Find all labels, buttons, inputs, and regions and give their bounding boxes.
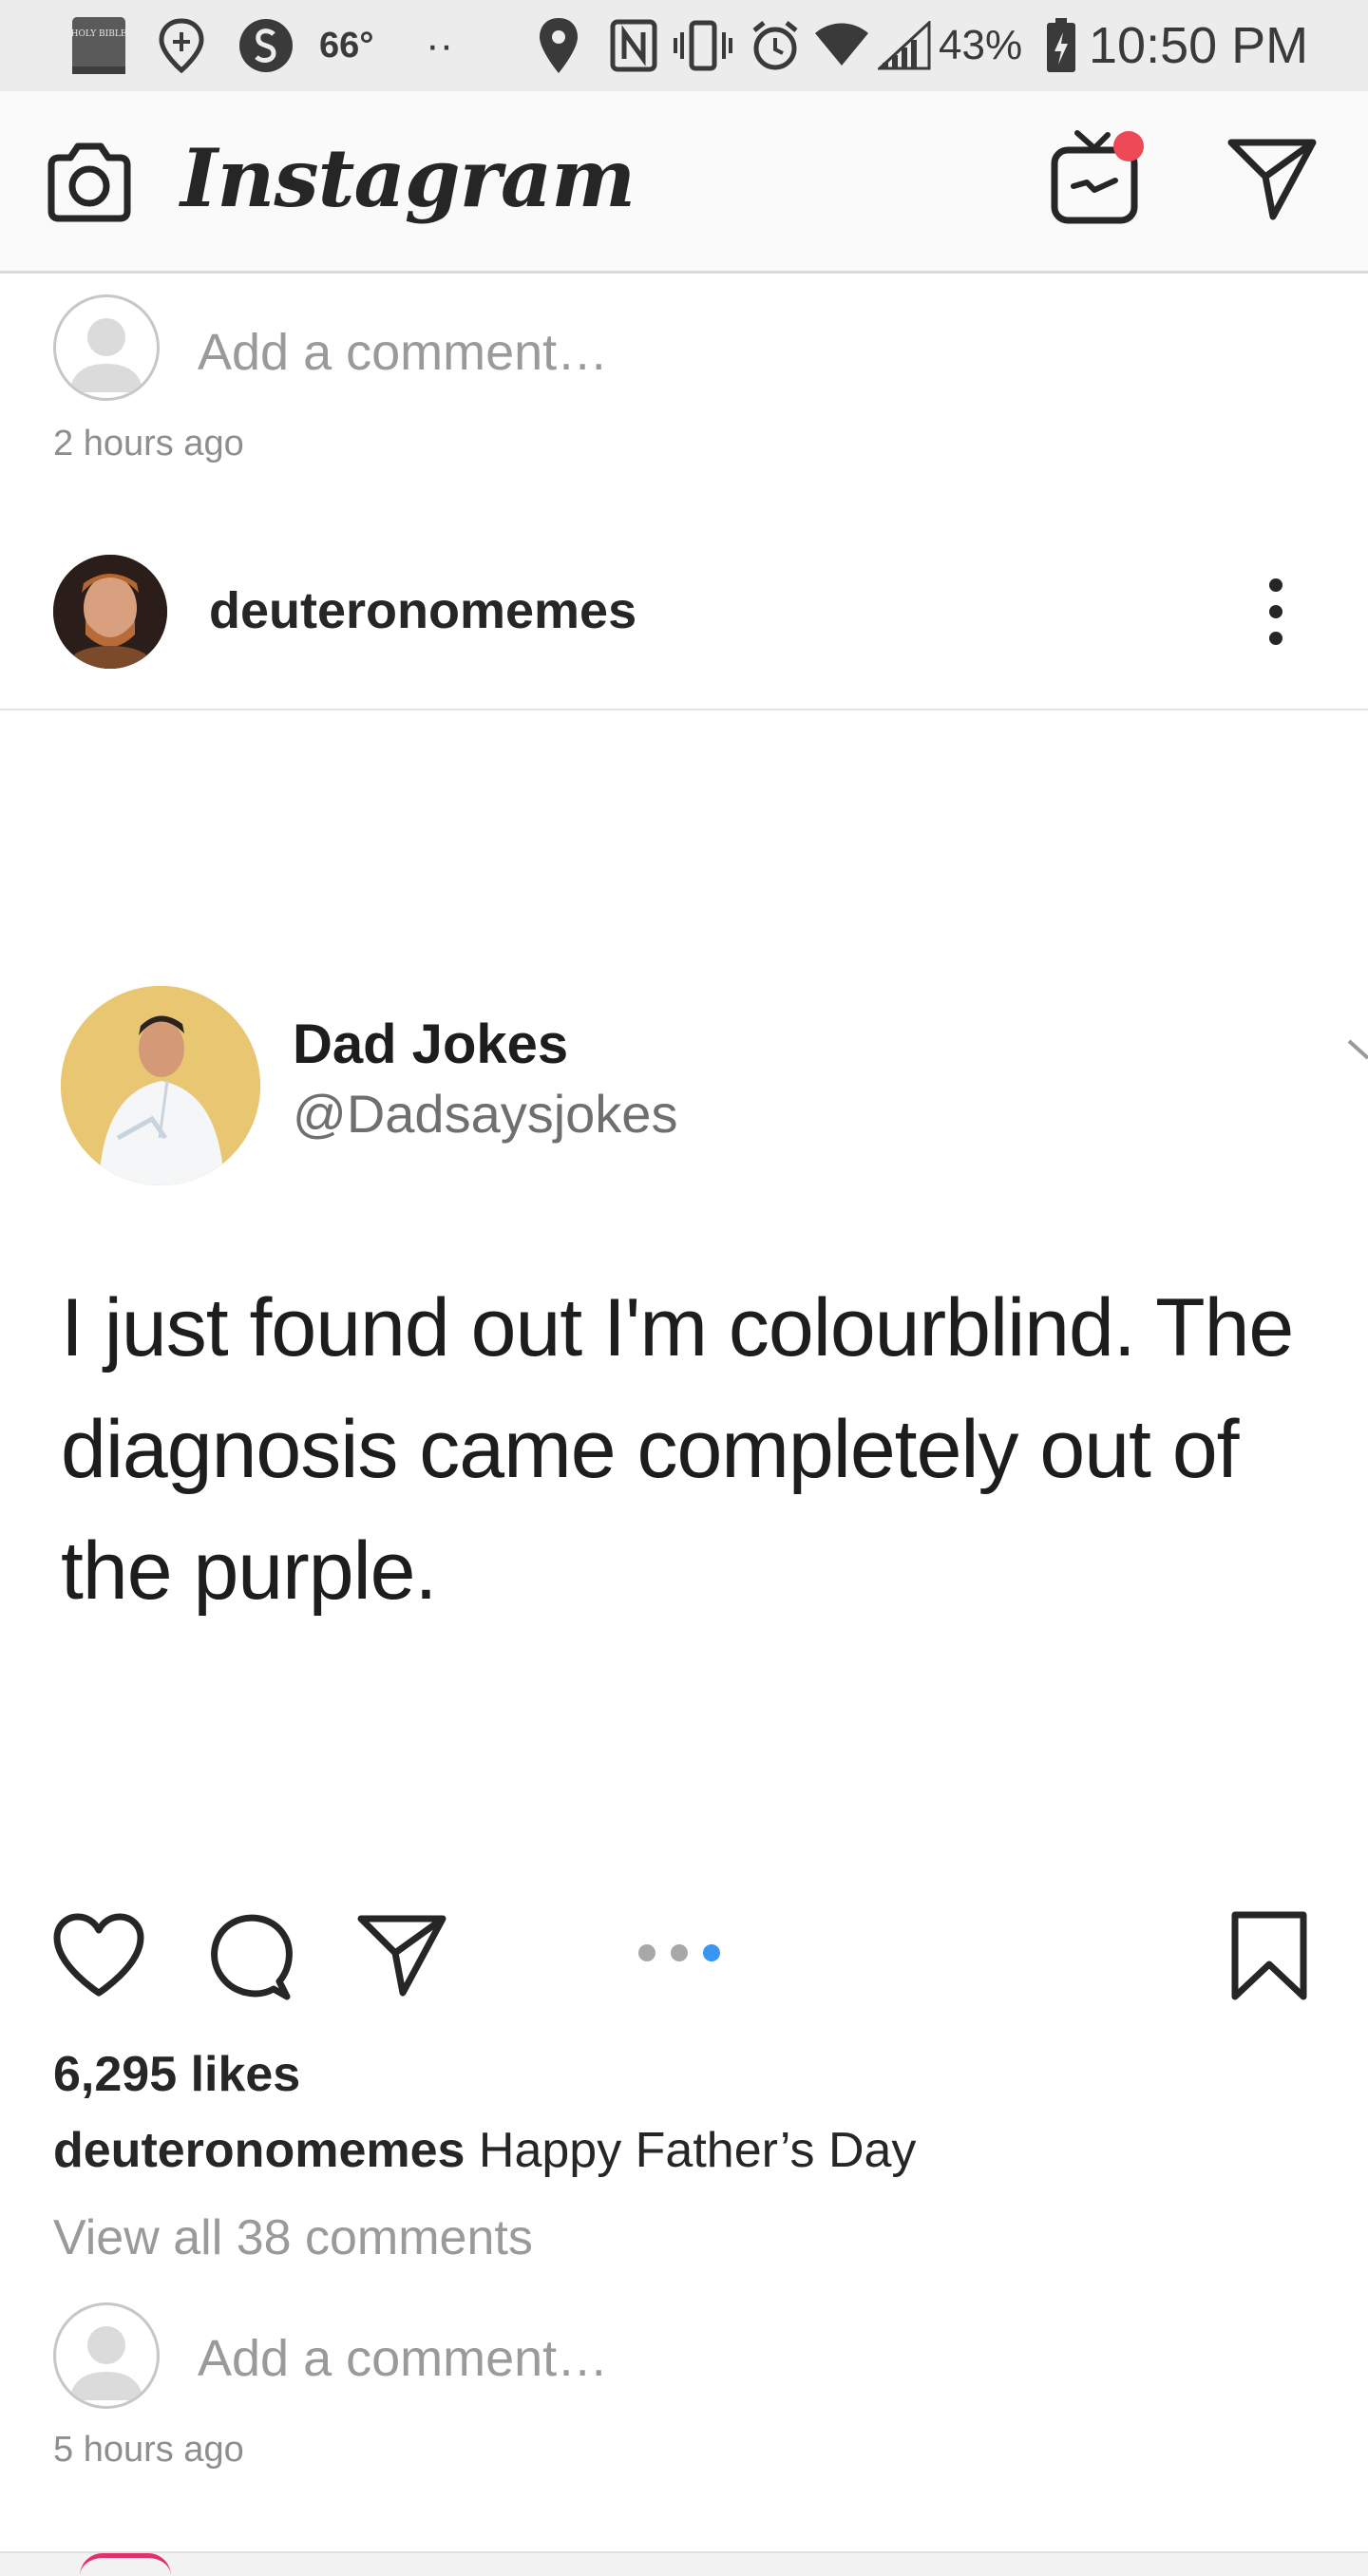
view-all-comments-link[interactable]: View all 38 comments (53, 2209, 533, 2266)
instagram-logo: Instagram (180, 131, 636, 225)
more-options-icon[interactable] (1244, 574, 1307, 650)
more-notifications-dots: ·· (426, 22, 454, 68)
post-timestamp: 5 hours ago (53, 2430, 244, 2470)
carousel-dot (671, 1944, 688, 1961)
location-pin-outline-icon (156, 0, 207, 91)
tweet-text: I just found out I'm colourblind. The di… (61, 1282, 1294, 1617)
carousel-indicator (638, 1943, 720, 1962)
post-image[interactable]: Dad Jokes @Dadsaysjokes I just found out… (0, 710, 1368, 1869)
alarm-icon (749, 0, 802, 91)
next-post-avatar-ring (80, 2553, 171, 2576)
post-username[interactable]: deuteronomemes (209, 581, 636, 640)
svg-text:HOLY BIBLE: HOLY BIBLE (71, 29, 127, 39)
app-header: Instagram (0, 91, 1368, 274)
caption-username[interactable]: deuteronomemes (53, 2123, 465, 2178)
camera-icon[interactable] (44, 141, 135, 229)
caption-text: Happy Father’s Day (478, 2123, 917, 2178)
status-bar: HOLY BIBLE 66° ·· 43% 10:50 PM (0, 0, 1368, 91)
tweet-author-avatar (61, 986, 260, 1185)
add-comment-input[interactable]: Add a comment… (198, 2329, 608, 2388)
notification-dot (1113, 131, 1144, 161)
save-bookmark-icon[interactable] (1229, 1909, 1309, 2007)
add-comment-input[interactable]: Add a comment… (198, 323, 608, 382)
weather-temperature: 66° (319, 25, 374, 66)
chevron-down-icon (1347, 1033, 1368, 1071)
battery-charging-icon (1045, 0, 1077, 91)
direct-message-icon[interactable] (1226, 137, 1319, 227)
clock-time: 10:50 PM (1089, 17, 1309, 74)
igtv-icon[interactable] (1049, 127, 1148, 231)
current-user-avatar (53, 2302, 160, 2409)
nfc-icon (610, 0, 657, 91)
post-timestamp: 2 hours ago (53, 424, 244, 464)
comment-bubble-icon[interactable] (207, 1911, 294, 2007)
feed-separator (0, 2551, 1368, 2576)
battery-percentage: 43% (939, 22, 1023, 68)
signal-icon (878, 0, 931, 91)
carousel-dot (638, 1944, 656, 1961)
current-user-avatar (53, 294, 160, 401)
shazam-icon (238, 0, 294, 91)
bible-app-icon: HOLY BIBLE (70, 0, 127, 91)
tweet-author-handle: @Dadsaysjokes (293, 1084, 678, 1144)
like-heart-icon[interactable] (51, 1911, 146, 2003)
share-send-icon[interactable] (355, 1913, 448, 2003)
post-author-avatar[interactable] (53, 555, 167, 669)
carousel-dot-active (703, 1944, 720, 1961)
tweet-author-name: Dad Jokes (293, 1013, 569, 1075)
wifi-icon (813, 0, 870, 91)
likes-count[interactable]: 6,295 likes (53, 2046, 300, 2103)
vibrate-icon (673, 0, 733, 91)
location-icon (536, 0, 581, 91)
post-caption: deuteronomemes Happy Father’s Day (53, 2122, 916, 2179)
